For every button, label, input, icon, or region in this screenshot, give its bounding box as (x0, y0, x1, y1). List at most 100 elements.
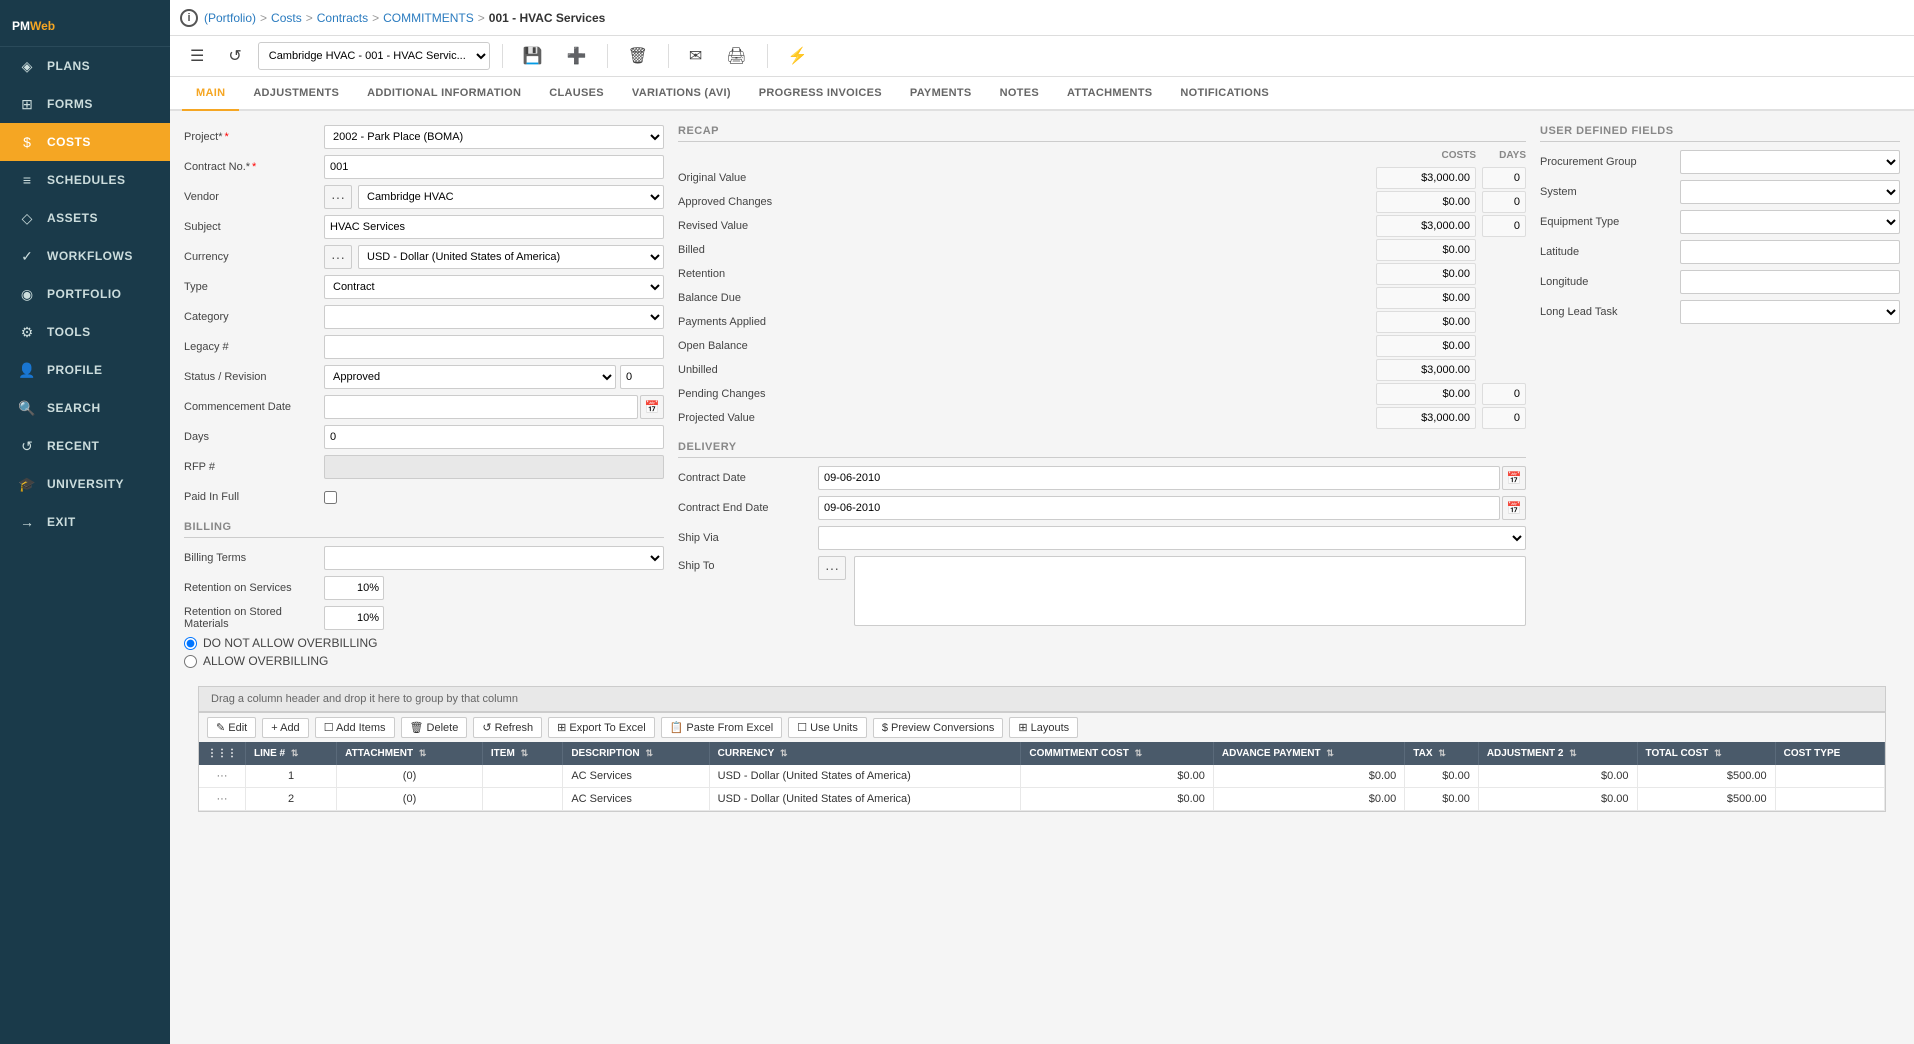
sidebar-item-plans[interactable]: ◈ PLANS (0, 47, 170, 85)
longitude-input[interactable] (1680, 270, 1900, 294)
record-selector[interactable]: Cambridge HVAC - 001 - HVAC Servic... (258, 42, 490, 70)
email-button[interactable]: ✉ (681, 42, 710, 70)
status-select[interactable]: Approved (324, 365, 616, 389)
grid-refresh-button[interactable]: ↺ Refresh (473, 717, 542, 738)
long-lead-select[interactable] (1680, 300, 1900, 324)
contract-end-input[interactable] (818, 496, 1500, 520)
tab-progress[interactable]: PROGRESS INVOICES (745, 77, 896, 111)
category-select[interactable] (324, 305, 664, 329)
sidebar-item-portfolio[interactable]: ◉ PORTFOLIO (0, 275, 170, 313)
sidebar-item-profile[interactable]: 👤 PROFILE (0, 351, 170, 389)
vendor-dots-button[interactable]: ··· (324, 185, 352, 209)
equipment-select[interactable] (1680, 210, 1900, 234)
sidebar-item-tools[interactable]: ⚙ TOOLS (0, 313, 170, 351)
latitude-input[interactable] (1680, 240, 1900, 264)
commencement-input[interactable] (324, 395, 638, 419)
allow-overbilling-radio[interactable] (184, 655, 197, 668)
tab-clauses[interactable]: CLAUSES (535, 77, 618, 111)
info-icon[interactable]: i (180, 9, 198, 27)
grid-preview-button[interactable]: $ Preview Conversions (873, 718, 1004, 738)
row1-actions[interactable]: ··· (199, 765, 246, 788)
row2-actions[interactable]: ··· (199, 788, 246, 811)
sidebar-item-exit[interactable]: → EXIT (0, 503, 170, 541)
tab-payments[interactable]: PAYMENTS (896, 77, 986, 111)
tab-notifications[interactable]: NOTIFICATIONS (1166, 77, 1283, 111)
retention-stored-input[interactable] (324, 606, 384, 630)
sidebar-item-schedules[interactable]: ≡ SCHEDULES (0, 161, 170, 199)
days-input[interactable] (324, 425, 664, 449)
ship-to-textarea[interactable] (854, 556, 1526, 626)
system-select[interactable] (1680, 180, 1900, 204)
undo-button[interactable]: ↺ (220, 42, 249, 70)
tab-main[interactable]: MAIN (182, 77, 239, 111)
grid-export-button[interactable]: ⊞ Export To Excel (548, 717, 655, 738)
contract-no-input[interactable] (324, 155, 664, 179)
tab-notes[interactable]: NOTES (986, 77, 1053, 111)
tab-additional[interactable]: ADDITIONAL INFORMATION (353, 77, 535, 111)
col-description[interactable]: DESCRIPTION ⇅ (563, 742, 709, 765)
menu-button[interactable]: ☰ (182, 42, 212, 70)
save-button[interactable]: 💾 (515, 42, 551, 70)
col-commitment[interactable]: COMMITMENT COST ⇅ (1021, 742, 1213, 765)
grid-add-button[interactable]: + Add (262, 718, 308, 738)
sidebar-item-costs[interactable]: $ COSTS (0, 123, 170, 161)
sidebar-item-forms[interactable]: ⊞ FORMS (0, 85, 170, 123)
billing-terms-select[interactable] (324, 546, 664, 570)
grid-add-items-button[interactable]: ☐ Add Items (315, 717, 395, 738)
lightning-button[interactable]: ⚡ (780, 42, 816, 70)
contract-date-calendar-button[interactable]: 📅 (1502, 466, 1526, 490)
sidebar-label-forms: FORMS (47, 97, 93, 111)
col-cost-type[interactable]: COST TYPE (1775, 742, 1884, 765)
sidebar-item-university[interactable]: 🎓 UNIVERSITY (0, 465, 170, 503)
procurement-label: Procurement Group (1540, 156, 1680, 168)
sidebar-item-recent[interactable]: ↺ RECENT (0, 427, 170, 465)
breadcrumb-contracts[interactable]: Contracts (317, 11, 368, 25)
retention-services-input[interactable] (324, 576, 384, 600)
procurement-select[interactable] (1680, 150, 1900, 174)
col-currency[interactable]: CURRENCY ⇅ (709, 742, 1021, 765)
tab-adjustments[interactable]: ADJUSTMENTS (239, 77, 353, 111)
col-adj2[interactable]: ADJUSTMENT 2 ⇅ (1478, 742, 1637, 765)
col-attachment[interactable]: ATTACHMENT ⇅ (337, 742, 483, 765)
subject-row: Subject (184, 215, 664, 239)
currency-dots-button[interactable]: ··· (324, 245, 352, 269)
subject-input[interactable] (324, 215, 664, 239)
currency-select[interactable]: USD - Dollar (United States of America) (358, 245, 664, 269)
tab-variations[interactable]: VARIATIONS (AVI) (618, 77, 745, 111)
grid-units-button[interactable]: ☐ Use Units (788, 717, 867, 738)
breadcrumb-costs[interactable]: Costs (271, 11, 302, 25)
project-select[interactable]: 2002 - Park Place (BOMA) (324, 125, 664, 149)
col-total[interactable]: TOTAL COST ⇅ (1637, 742, 1775, 765)
no-overbilling-radio[interactable] (184, 637, 197, 650)
print-button[interactable]: 🖨 (718, 42, 754, 70)
commencement-calendar-button[interactable]: 📅 (640, 395, 664, 419)
contract-end-calendar-button[interactable]: 📅 (1502, 496, 1526, 520)
col-item[interactable]: ITEM ⇅ (482, 742, 562, 765)
sidebar-item-assets[interactable]: ◇ ASSETS (0, 199, 170, 237)
contract-date-input[interactable] (818, 466, 1500, 490)
paid-full-checkbox[interactable] (324, 491, 337, 504)
grid-paste-button[interactable]: 📋 Paste From Excel (661, 717, 783, 738)
col-tax[interactable]: TAX ⇅ (1405, 742, 1479, 765)
sidebar-item-search[interactable]: 🔍 SEARCH (0, 389, 170, 427)
type-select[interactable]: Contract (324, 275, 664, 299)
delete-button[interactable]: 🗑 (620, 42, 656, 70)
rfp-input[interactable] (324, 455, 664, 479)
grid-delete-button[interactable]: 🗑 Delete (401, 717, 468, 738)
breadcrumb-portfolio[interactable]: (Portfolio) (204, 11, 256, 25)
vendor-select[interactable]: Cambridge HVAC (358, 185, 664, 209)
revision-input[interactable] (620, 365, 664, 389)
grid-layouts-button[interactable]: ⊞ Layouts (1009, 717, 1078, 738)
logo[interactable]: PMWeb (0, 0, 170, 47)
grid-edit-button[interactable]: ✎ Edit (207, 717, 256, 738)
col-line[interactable]: LINE # ⇅ (246, 742, 337, 765)
sidebar-item-workflows[interactable]: ✓ WORKFLOWS (0, 237, 170, 275)
ship-to-dots-button[interactable]: ··· (818, 556, 846, 580)
tab-attachments[interactable]: ATTACHMENTS (1053, 77, 1166, 111)
add-button[interactable]: ➕ (559, 42, 595, 70)
breadcrumb-commitments[interactable]: COMMITMENTS (383, 11, 474, 25)
ship-via-select[interactable] (818, 526, 1526, 550)
legacy-input[interactable] (324, 335, 664, 359)
col-advance[interactable]: ADVANCE PAYMENT ⇅ (1213, 742, 1404, 765)
portfolio-icon: ◉ (17, 284, 37, 304)
